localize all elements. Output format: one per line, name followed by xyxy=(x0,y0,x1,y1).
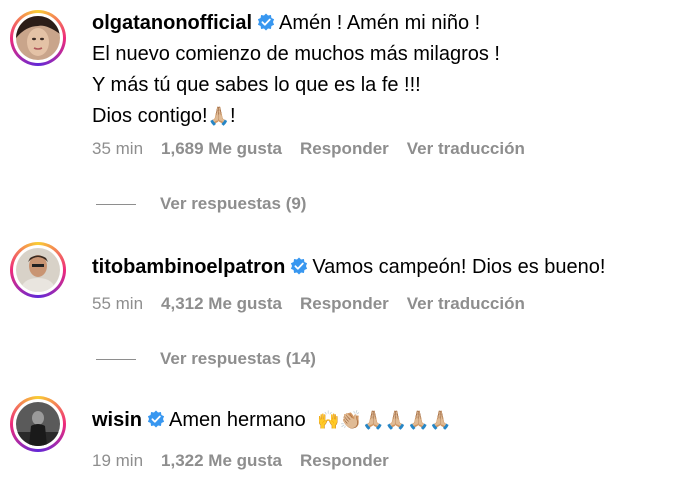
comment-text: Vamos campeón! Dios es bueno! xyxy=(312,256,606,278)
avatar[interactable] xyxy=(10,10,66,66)
verified-badge-icon xyxy=(291,257,308,275)
divider xyxy=(96,358,136,360)
username[interactable]: titobambinoelpatron xyxy=(92,256,285,278)
comment-text-line-2: El nuevo comienzo de muchos más milagros… xyxy=(92,43,500,65)
timestamp: 55 min xyxy=(92,294,144,313)
timestamp: 35 min xyxy=(92,139,144,158)
see-translation-button[interactable]: Ver traducción xyxy=(407,294,525,314)
likes-count[interactable]: 1,689 Me gusta xyxy=(161,139,282,159)
comment-meta: 19 min 1,322 Me gusta Responder xyxy=(92,451,407,471)
comment-text-line-1: Amén ! Amén mi niño ! xyxy=(279,12,481,34)
avatar[interactable] xyxy=(10,242,66,298)
comment-meta: 35 min 1,689 Me gusta Responder Ver traducc… xyxy=(92,139,543,159)
divider xyxy=(96,203,136,205)
verified-badge-icon xyxy=(147,410,165,428)
see-translation-button[interactable]: Ver traducción xyxy=(407,139,525,159)
comment-text-line-4-tail: ! xyxy=(230,105,236,127)
view-replies-button[interactable]: Ver respuestas (14) xyxy=(96,349,316,369)
avatar-image xyxy=(16,16,60,60)
pray-emoji: 🙏🏼 xyxy=(207,106,231,127)
reply-button[interactable]: Responder xyxy=(300,139,389,159)
likes-count[interactable]: 1,322 Me gusta xyxy=(161,451,282,471)
comment-text-line-4: Dios contigo! xyxy=(92,105,208,127)
avatar-image xyxy=(16,402,60,446)
view-replies-label: Ver respuestas (9) xyxy=(160,194,307,213)
verified-badge-icon xyxy=(257,13,275,31)
emoji-reactions: 🙌👏🏼🙏🏼🙏🏼🙏🏼🙏🏼 xyxy=(317,410,452,431)
reply-button[interactable]: Responder xyxy=(300,451,389,471)
comment-text-line-3: Y más tú que sabes lo que es la fe !!! xyxy=(92,74,421,96)
username[interactable]: wisin xyxy=(92,409,142,431)
avatar-image xyxy=(16,248,60,292)
likes-count[interactable]: 4,312 Me gusta xyxy=(161,294,282,314)
view-replies-button[interactable]: Ver respuestas (9) xyxy=(96,194,306,214)
avatar[interactable] xyxy=(10,396,66,452)
comment-text: Amen hermano xyxy=(169,409,306,431)
comment-meta: 55 min 4,312 Me gusta Responder Ver traducc… xyxy=(92,294,543,314)
view-replies-label: Ver respuestas (14) xyxy=(160,349,316,368)
reply-button[interactable]: Responder xyxy=(300,294,389,314)
timestamp: 19 min xyxy=(92,451,144,470)
username[interactable]: olgatanonofficial xyxy=(92,12,252,34)
